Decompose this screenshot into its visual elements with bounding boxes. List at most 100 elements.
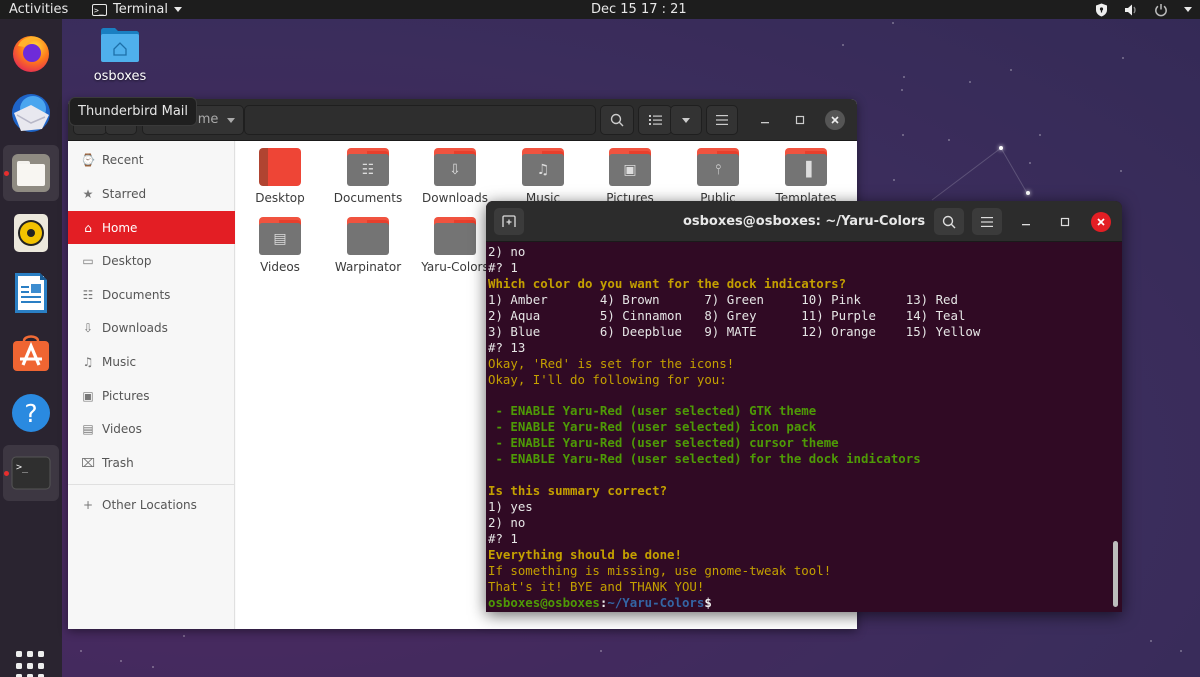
terminal-line: - ENABLE Yaru-Red (user selected) cursor… [488,435,839,451]
chevron-down-icon [173,7,182,12]
minimize-icon [761,122,769,124]
sidebar-item-label: Starred [102,186,147,201]
folder-documents[interactable]: ☷ Documents [324,148,412,205]
home-icon: ⌂ [84,220,92,235]
terminal-line: 2) Aqua 5) Cinnamon 8) Grey 11) Purple 1… [488,307,966,323]
sidebar-item-videos[interactable]: ▤ Videos [68,412,235,445]
desktop-icon-home[interactable]: osboxes [90,27,150,84]
prompt-user: osboxes@osboxes [488,594,600,610]
terminal-prompt: osboxes@osboxes:~/Yaru-Colors$ [488,595,1108,611]
templates-folder-icon: ▐ [785,148,827,186]
sidebar-item-recent[interactable]: ⌚ Recent [68,143,235,176]
terminal-line: Okay, I'll do following for you: [488,371,727,387]
app-menu[interactable]: Terminal [92,0,182,20]
terminal-menu-button[interactable] [972,208,1002,235]
sidebar-item-label: Videos [102,421,142,436]
running-indicator [4,171,9,176]
public-folder-icon: ⫯ [697,148,739,186]
location-entry[interactable] [244,105,596,135]
music-icon: ♫ [82,354,94,369]
folder-desktop[interactable]: Desktop [236,148,324,205]
volume-icon [1124,3,1138,17]
terminal-line: Okay, 'Red' is set for the icons! [488,355,735,371]
folder-videos[interactable]: ▤ Videos [236,217,324,274]
dock-item-firefox[interactable] [3,25,59,81]
sidebar-item-trash[interactable]: ⌧ Trash [68,446,235,479]
folder-downloads[interactable]: ⇩ Downloads [411,148,499,205]
prompt-path: ~/Yaru-Colors [607,594,705,610]
terminal-line: If something is missing, use gnome-tweak… [488,562,832,578]
close-icon [831,116,839,124]
sidebar-item-home[interactable]: ⌂ Home [68,211,235,244]
app-menu-label: Terminal [113,2,168,17]
folder-music[interactable]: ♫ Music [499,148,587,205]
hamburger-icon [981,216,993,227]
folder-pictures[interactable]: ▣ Pictures [586,148,674,205]
folder-public[interactable]: ⫯ Public [674,148,762,205]
maximize-button[interactable] [790,110,810,130]
chevron-down-icon [682,117,690,123]
dock-tooltip: Thunderbird Mail [69,97,198,126]
activities-button[interactable]: Activities [9,0,68,19]
sidebar-item-other-locations[interactable]: + Other Locations [68,488,235,521]
sidebar-item-documents[interactable]: ☷ Documents [68,278,235,311]
terminal-close-button[interactable] [1091,212,1111,232]
search-button[interactable] [600,105,634,135]
terminal-maximize-button[interactable] [1055,212,1075,232]
terminal-line: #? 1 [488,259,518,275]
dock-item-thunderbird[interactable] [3,85,59,141]
sidebar-item-label: Music [102,354,137,369]
terminal-headerbar: osboxes@osboxes: ~/Yaru-Colors [486,201,1122,242]
desktop-icon-label: osboxes [93,69,147,84]
running-indicator [4,471,9,476]
dock-item-writer[interactable] [3,265,59,321]
dock-item-software[interactable] [3,325,59,381]
show-apps-button[interactable] [16,651,46,677]
sidebar-item-music[interactable]: ♫ Music [68,345,235,378]
folder-warpinator[interactable]: Warpinator [324,217,412,274]
terminal-line: #? 13 [488,339,526,355]
star-icon: ★ [82,186,94,201]
clock[interactable]: Dec 15 17 : 21 [591,0,687,19]
sidebar-item-downloads[interactable]: ⇩ Downloads [68,311,235,344]
close-button[interactable] [825,110,845,130]
terminal-line: Everything should be done! [488,546,682,562]
terminal-line: 1) Amber 4) Brown 7) Green 10) Pink 13) … [488,291,958,307]
terminal-minimize-button[interactable] [1016,212,1036,232]
search-icon [942,215,956,228]
top-bar: Activities Terminal Dec 15 17 : 21 [0,0,1200,20]
maximize-icon [1060,217,1070,227]
menu-button[interactable] [706,105,738,135]
new-tab-button[interactable] [494,208,524,235]
terminal-line: - ENABLE Yaru-Red (user selected) GTK th… [488,403,817,419]
document-icon: ☷ [82,287,94,302]
view-list-button[interactable] [638,105,672,135]
desktop-folder-icon [259,148,301,186]
terminal-line: 2) no [488,244,526,259]
dock-item-files[interactable] [3,145,59,201]
chevron-down-icon [1184,7,1192,12]
sidebar-item-label: Documents [102,287,171,302]
dock-item-help[interactable]: ? [3,385,59,441]
sidebar-item-starred[interactable]: ★ Starred [68,177,235,210]
sidebar-item-pictures[interactable]: ▣ Pictures [68,379,235,412]
terminal-search-button[interactable] [934,208,964,235]
download-icon: ⇩ [82,320,94,335]
terminal-output[interactable]: 2) no #? 1 Which color do you want for the… [488,244,1108,612]
rhythmbox-icon [14,214,48,252]
dock: ? >_ [0,19,62,677]
folder-templates[interactable]: ▐ Templates [762,148,850,205]
sidebar-item-desktop[interactable]: ▭ Desktop [68,244,235,277]
system-tray[interactable] [1094,0,1192,19]
minimize-button[interactable] [755,110,775,130]
dock-item-terminal[interactable]: >_ [3,445,59,501]
dock-item-rhythmbox[interactable] [3,205,59,261]
pictures-folder-icon: ▣ [609,148,651,186]
terminal-line: Is this summary correct? [488,483,668,499]
yaru-colors-folder-icon [434,217,476,255]
documents-folder-icon: ☷ [347,148,389,186]
terminal-scrollbar[interactable] [1113,541,1118,607]
view-options-button[interactable] [670,105,702,135]
